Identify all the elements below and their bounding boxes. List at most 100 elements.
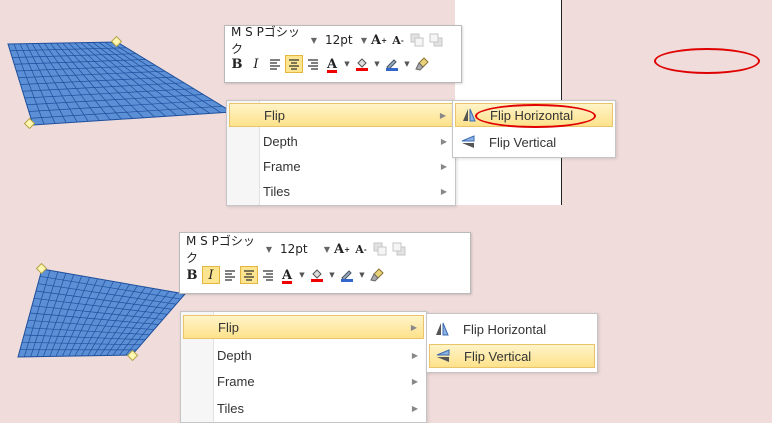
font-color-dropdown[interactable]: ▼ <box>297 266 307 284</box>
menu-item-label: Depth <box>263 134 298 149</box>
menu-item-frame[interactable]: Frame▶ <box>229 154 453 178</box>
align-right-icon <box>262 269 274 281</box>
flip-vertical-icon <box>430 348 456 364</box>
brush-icon <box>415 57 429 71</box>
context-menu: Flip ▶ Depth ▶ Frame ▶ Tiles▶ <box>180 311 427 423</box>
align-right-button[interactable] <box>304 55 322 73</box>
send-backward-icon <box>429 33 443 47</box>
grow-font-button[interactable]: A+ <box>370 31 388 49</box>
font-color-button[interactable]: A <box>278 266 296 284</box>
menu-item-tiles[interactable]: Tiles▶ <box>229 179 453 203</box>
menu-item-label: Tiles <box>217 401 244 416</box>
dropdown-arrow-icon: ▼ <box>322 245 330 254</box>
paint-bucket-icon <box>310 268 324 282</box>
align-left-button[interactable] <box>266 55 284 73</box>
font-name-value: M S Pゴシック <box>186 232 264 266</box>
shrink-font-label: A <box>392 34 401 47</box>
flip-submenu: Flip Horizontal Flip Vertical <box>426 313 598 373</box>
font-size-box[interactable]: 12pt ▼ <box>277 240 333 258</box>
menu-item-flip[interactable]: Flip ▶ <box>229 103 453 127</box>
dropdown-arrow-icon: ▼ <box>359 36 367 45</box>
align-center-icon <box>288 58 300 70</box>
dropdown-arrow-icon: ▼ <box>309 36 317 45</box>
brush-icon <box>370 268 384 282</box>
menu-item-frame[interactable]: Frame ▶ <box>183 369 424 393</box>
menu-item-label: Flip <box>218 320 239 335</box>
submenu-arrow-icon: ▶ <box>411 323 417 332</box>
menu-item-label: Flip <box>264 108 285 123</box>
fill-color-dropdown[interactable]: ▼ <box>372 55 382 73</box>
submenu-arrow-icon: ▶ <box>412 351 418 360</box>
submenu-item-label: Flip Vertical <box>456 349 531 364</box>
submenu-item-label: Flip Horizontal <box>455 322 546 337</box>
shrink-font-label: A <box>355 243 364 256</box>
bold-button[interactable]: B <box>228 55 246 73</box>
bring-forward-icon <box>410 33 424 47</box>
submenu-arrow-icon: ▶ <box>441 162 447 171</box>
format-painter-button[interactable] <box>413 55 431 73</box>
font-name-box[interactable]: M S Pゴシック▼ <box>183 240 275 258</box>
bring-forward-icon <box>373 242 387 256</box>
italic-button[interactable]: I <box>247 55 265 73</box>
align-center-button[interactable] <box>285 55 303 73</box>
align-right-button[interactable] <box>259 266 277 284</box>
menu-item-depth[interactable]: Depth ▶ <box>183 343 424 367</box>
line-color-button[interactable] <box>383 55 401 73</box>
annotation-ellipse <box>654 48 760 74</box>
font-color-label: A <box>327 57 337 72</box>
send-backward-button[interactable] <box>390 240 408 258</box>
pen-icon <box>340 268 354 282</box>
bold-label: B <box>187 268 198 283</box>
paint-bucket-icon <box>355 57 369 71</box>
bold-button[interactable]: B <box>183 266 201 284</box>
shrink-font-button[interactable]: A- <box>352 240 370 258</box>
submenu-arrow-icon: ▶ <box>441 187 447 196</box>
send-backward-button[interactable] <box>427 31 445 49</box>
bold-label: B <box>232 57 243 72</box>
fill-color-button[interactable] <box>308 266 326 284</box>
grid-shape[interactable] <box>0 30 250 140</box>
submenu-arrow-icon: ▶ <box>440 111 446 120</box>
flip-vertical-icon <box>455 134 481 150</box>
submenu-item-flip-horizontal[interactable]: Flip Horizontal <box>429 317 595 341</box>
line-color-dropdown[interactable]: ▼ <box>402 55 412 73</box>
bring-forward-button[interactable] <box>371 240 389 258</box>
align-left-button[interactable] <box>221 266 239 284</box>
font-color-dropdown[interactable]: ▼ <box>342 55 352 73</box>
menu-item-tiles[interactable]: Tiles▶ <box>183 396 424 420</box>
grow-font-label: A <box>334 242 344 257</box>
context-menu: Flip▶ Depth▶ Frame▶ Tiles▶ <box>226 100 456 206</box>
font-name-box[interactable]: M S Pゴシック▼ <box>228 31 320 49</box>
align-center-button[interactable] <box>240 266 258 284</box>
font-color-button[interactable]: A <box>323 55 341 73</box>
align-left-icon <box>269 58 281 70</box>
font-size-box[interactable]: 12pt▼ <box>322 31 370 49</box>
format-painter-button[interactable] <box>368 266 386 284</box>
grow-font-button[interactable]: A+ <box>333 240 351 258</box>
grid-shape[interactable] <box>0 262 190 367</box>
bring-forward-button[interactable] <box>408 31 426 49</box>
italic-button[interactable]: I <box>202 266 220 284</box>
align-left-icon <box>224 269 236 281</box>
line-color-button[interactable] <box>338 266 356 284</box>
fill-color-dropdown[interactable]: ▼ <box>327 266 337 284</box>
font-name-value: M S Pゴシック <box>231 23 309 57</box>
submenu-item-flip-vertical[interactable]: Flip Vertical <box>429 344 595 368</box>
submenu-arrow-icon: ▶ <box>412 377 418 386</box>
send-backward-icon <box>392 242 406 256</box>
mini-toolbar: M S Pゴシック▼ 12pt ▼ A+ A- B I A ▼ ▼ ▼ <box>179 232 471 294</box>
menu-item-label: Depth <box>217 348 252 363</box>
italic-label: I <box>208 268 213 283</box>
menu-item-label: Frame <box>217 374 255 389</box>
menu-item-depth[interactable]: Depth▶ <box>229 129 453 153</box>
shrink-font-button[interactable]: A- <box>389 31 407 49</box>
fill-color-button[interactable] <box>353 55 371 73</box>
pen-icon <box>385 57 399 71</box>
menu-item-flip[interactable]: Flip ▶ <box>183 315 424 339</box>
mini-toolbar: M S Pゴシック▼ 12pt▼ A+ A- B I A ▼ ▼ ▼ <box>224 25 462 83</box>
line-color-dropdown[interactable]: ▼ <box>357 266 367 284</box>
flip-horizontal-icon <box>429 321 455 337</box>
italic-label: I <box>253 57 258 72</box>
submenu-item-flip-vertical[interactable]: Flip Vertical <box>455 130 613 154</box>
font-size-value: 12pt <box>280 242 308 256</box>
